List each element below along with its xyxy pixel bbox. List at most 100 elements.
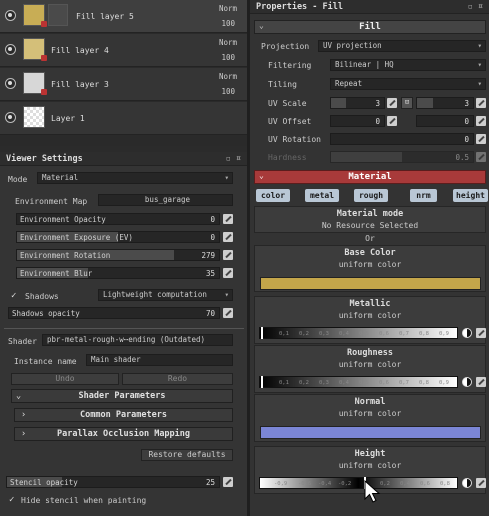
tick-label: 0,9 <box>439 380 449 386</box>
edit-pen-icon[interactable] <box>476 478 486 488</box>
roughness-gradient-slider[interactable]: 0,1 0,2 0,3 0,4 0,5 0,6 0,7 0,8 0,9 <box>259 376 458 388</box>
edit-pen-icon[interactable] <box>476 328 486 338</box>
chip-metal[interactable]: metal <box>305 189 339 202</box>
layer-name: Layer 1 <box>51 114 85 123</box>
channel-title: Roughness <box>346 348 394 358</box>
uv-offset-u-slider[interactable]: 0 <box>330 115 385 127</box>
material-mode-block[interactable]: Material mode No Resource Selected <box>254 206 486 233</box>
env-opacity-slider[interactable]: Environment Opacity 0 <box>16 213 220 225</box>
tick-label: 0,8 <box>419 331 429 337</box>
slider-handle[interactable] <box>261 376 263 388</box>
edit-pen-icon[interactable] <box>223 214 233 224</box>
layer-row[interactable]: Fill layer 4 Norm 100 <box>0 34 247 67</box>
layer-row[interactable]: Fill layer 3 Norm 100 <box>0 68 247 101</box>
material-section-header[interactable]: ⌄ Material <box>254 170 486 184</box>
env-blur-slider[interactable]: Environment Blur 35 <box>16 267 220 279</box>
chip-rough[interactable]: rough <box>354 189 388 202</box>
layer-opacity[interactable]: 100 <box>221 53 235 62</box>
parallax-section[interactable]: › Parallax Occlusion Mapping <box>14 427 233 441</box>
slider-label: Stencil opacity <box>10 478 78 487</box>
shadows-mode-dropdown[interactable]: Lightweight computation <box>98 289 233 301</box>
edit-pen-icon[interactable] <box>476 377 486 387</box>
visibility-eye-icon[interactable] <box>5 10 16 21</box>
env-map-field[interactable]: bus_garage <box>98 194 233 206</box>
edit-pen-icon[interactable] <box>476 98 486 108</box>
color-picker-icon[interactable] <box>462 328 472 338</box>
shader-field[interactable]: pbr-metal-rough-w⋯ending (Outdated) <box>42 334 233 346</box>
shadows-row: ✓ Shadows Lightweight computation <box>0 289 247 304</box>
channel-title: Height <box>354 449 386 459</box>
chip-color[interactable]: color <box>256 189 290 202</box>
layer-blend-mode[interactable]: Norm <box>219 4 237 13</box>
tick-label: -0,9 <box>274 481 288 487</box>
instance-name-input[interactable]: Main shader <box>86 354 233 366</box>
undo-button[interactable]: Undo <box>11 373 119 385</box>
edit-pen-icon[interactable] <box>223 250 233 260</box>
fill-section-header[interactable]: ⌄ Fill <box>254 20 486 34</box>
shader-label: Shader <box>8 337 37 346</box>
tiling-dropdown[interactable]: Repeat <box>330 78 486 90</box>
hide-stencil-label: Hide stencil when painting <box>21 496 147 505</box>
visibility-eye-icon[interactable] <box>5 44 16 55</box>
normal-swatch[interactable] <box>260 426 481 439</box>
uv-scale-label: UV Scale <box>268 99 307 108</box>
edit-pen-icon[interactable] <box>387 98 397 108</box>
env-rotation-slider[interactable]: Environment Rotation 279 <box>16 249 220 261</box>
uv-rotation-label: UV Rotation <box>268 135 321 144</box>
height-gradient-slider[interactable]: -0,9 -0,6 -0,4 -0,2 0,2 0,4 0,6 0,8 <box>259 477 458 489</box>
slider-fill <box>331 152 402 162</box>
slider-handle[interactable] <box>261 327 263 339</box>
panel-controls-icon[interactable]: ▫ ¤ <box>468 0 483 14</box>
edit-pen-icon[interactable] <box>476 116 486 126</box>
hardness-label: Hardness <box>268 153 307 162</box>
filtering-dropdown[interactable]: Bilinear | HQ <box>330 59 486 71</box>
mode-dropdown[interactable]: Material <box>37 172 233 184</box>
stencil-opacity-slider[interactable]: Stencil opacity 25 <box>6 476 220 488</box>
visibility-eye-icon[interactable] <box>5 112 16 123</box>
layer-row[interactable]: Layer 1 <box>0 102 247 135</box>
base-color-swatch[interactable] <box>260 277 481 290</box>
color-picker-icon[interactable] <box>462 478 472 488</box>
hide-stencil-checkbox[interactable]: ✓ <box>9 496 18 505</box>
base-color-block: Base Color uniform color <box>254 245 486 292</box>
layer-blend-mode[interactable]: Norm <box>219 38 237 47</box>
layer-row[interactable]: Fill layer 5 Norm 100 <box>0 0 247 33</box>
shadows-checkbox[interactable]: ✓ <box>11 292 20 301</box>
chip-nrm[interactable]: nrm <box>410 189 437 202</box>
layer-blend-mode[interactable]: Norm <box>219 72 237 81</box>
edit-pen-icon[interactable] <box>223 232 233 242</box>
metallic-gradient-slider[interactable]: 0,1 0,2 0,3 0,4 0,5 0,6 0,7 0,8 0,9 <box>259 327 458 339</box>
layer-opacity[interactable]: 100 <box>221 19 235 28</box>
uv-offset-v-slider[interactable]: 0 <box>416 115 474 127</box>
chip-height[interactable]: height <box>453 189 488 202</box>
edit-pen-icon[interactable] <box>223 477 233 487</box>
edit-pen-icon[interactable] <box>223 308 233 318</box>
projection-dropdown[interactable]: UV projection <box>318 40 486 52</box>
layer-opacity[interactable]: 100 <box>221 87 235 96</box>
edit-pen-icon[interactable] <box>476 134 486 144</box>
uv-scale-u-slider[interactable]: 3 <box>330 97 385 109</box>
no-resource-text: No Resource Selected <box>321 221 419 230</box>
slider-value: 25 <box>205 478 215 487</box>
uv-rotation-slider[interactable]: 0 <box>330 133 474 145</box>
panel-controls-icon[interactable]: ▫ ¤ <box>226 152 241 166</box>
tick-label: 0,2 <box>299 331 309 337</box>
mode-label: Mode <box>8 175 28 184</box>
shadows-opacity-slider[interactable]: Shadows opacity 70 <box>8 307 220 319</box>
edit-pen-icon[interactable] <box>387 116 397 126</box>
color-picker-icon[interactable] <box>462 377 472 387</box>
restore-defaults-button[interactable]: Restore defaults <box>141 449 233 461</box>
uv-scale-v-slider[interactable]: 3 <box>416 97 474 109</box>
visibility-eye-icon[interactable] <box>5 78 16 89</box>
env-exposure-slider[interactable]: Environment Exposure (EV) 0 <box>16 231 220 243</box>
lock-icon[interactable]: ⊡ <box>401 97 413 109</box>
redo-button[interactable]: Redo <box>122 373 233 385</box>
channel-sub: uniform color <box>338 260 402 269</box>
common-parameters-section[interactable]: › Common Parameters <box>14 408 233 422</box>
slider-label: Environment Opacity <box>20 215 106 224</box>
slider-value: 0 <box>210 233 215 242</box>
tiling-label: Tiling <box>268 80 297 89</box>
tick-label: 0,6 <box>379 380 389 386</box>
shader-parameters-section[interactable]: ⌄ Shader Parameters <box>11 389 233 403</box>
edit-pen-icon[interactable] <box>223 268 233 278</box>
